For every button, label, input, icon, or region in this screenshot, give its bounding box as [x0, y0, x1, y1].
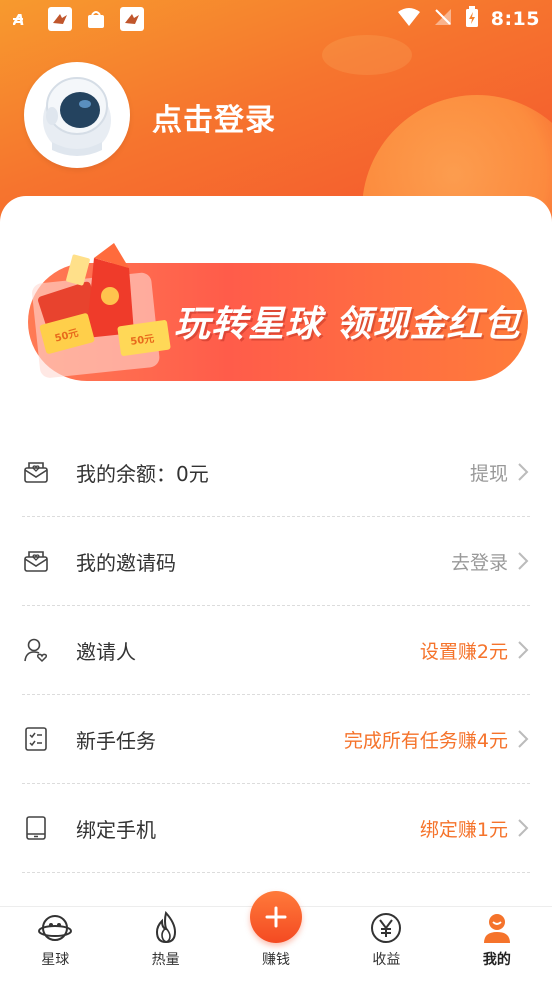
list-item-newbie-tasks[interactable]: 新手任务 完成所有任务赚4元 — [22, 695, 530, 784]
nav-label: 星球 — [41, 952, 70, 968]
bird-icon — [48, 7, 72, 31]
list-item-action: 完成所有任务赚4元 — [343, 729, 508, 752]
red-envelope-illustration: 50元 50元 — [32, 243, 171, 378]
yen-icon — [369, 911, 403, 945]
nav-label: 我的 — [482, 952, 511, 968]
nav-label: 赚钱 — [262, 952, 291, 968]
clock: 8:15 — [490, 8, 540, 30]
list-item-label: 新手任务 — [76, 728, 156, 753]
list-item-balance[interactable]: 我的余额：0元 提现 — [22, 428, 530, 517]
user-heart-icon — [22, 636, 50, 664]
list-item-inviter[interactable]: 邀请人 设置赚2元 — [22, 606, 530, 695]
list-item-bind-phone[interactable]: 绑定手机 绑定赚1元 — [22, 784, 530, 873]
chevron-right-icon — [518, 819, 529, 837]
astronaut-icon — [43, 77, 111, 156]
list-item-label: 我的邀请码 — [76, 550, 176, 575]
tablet-icon — [22, 814, 50, 842]
list-item-action: 提现 — [469, 462, 508, 485]
nav-mine[interactable]: 我的 — [442, 907, 552, 981]
nav-earnings[interactable]: 收益 — [331, 907, 441, 981]
checklist-icon — [22, 725, 50, 753]
chevron-right-icon — [518, 463, 529, 481]
list-item-label: 邀请人 — [76, 639, 136, 664]
list-item-action: 去登录 — [450, 551, 508, 574]
avatar[interactable] — [24, 62, 130, 168]
menu-list: 我的余额：0元 提现 我的邀请码 去登录 邀请人 设置赚2元 新手任务 完成所有… — [22, 428, 530, 873]
list-item-label: 绑定手机 — [76, 817, 156, 842]
nav-planet[interactable]: 星球 — [0, 907, 110, 981]
bag-icon — [84, 7, 108, 31]
list-item-invite-code[interactable]: 我的邀请码 去登录 — [22, 517, 530, 606]
header-decoration — [322, 35, 412, 75]
profile-icon — [480, 911, 514, 945]
chevron-right-icon — [518, 641, 529, 659]
signal-off-icon — [433, 7, 453, 31]
nav-calories[interactable]: 热量 — [110, 907, 220, 981]
list-item-action: 绑定赚1元 — [419, 818, 508, 841]
flame-icon — [149, 911, 183, 945]
font-icon: A — [12, 7, 36, 31]
nav-label: 热量 — [151, 952, 180, 968]
login-button[interactable]: 点击登录 — [152, 95, 276, 139]
envelope-heart-icon — [22, 458, 50, 486]
wifi-icon — [397, 7, 421, 31]
nav-label: 收益 — [372, 952, 401, 968]
list-item-action: 设置赚2元 — [419, 640, 508, 663]
bottom-nav: 星球 热量 赚钱 收益 我的 — [0, 891, 552, 981]
chevron-right-icon — [518, 730, 529, 748]
nav-earn[interactable]: 赚钱 — [221, 891, 331, 981]
chevron-right-icon — [518, 552, 529, 570]
envelope-heart-icon — [22, 547, 50, 575]
list-item-label: 我的余额：0元 — [76, 461, 209, 486]
banner-title: 玩转星球 领现金红包 — [174, 304, 521, 345]
plus-icon — [250, 891, 303, 943]
battery-charging-icon — [465, 6, 479, 32]
bird-icon — [120, 7, 144, 31]
status-bar: A 8:15 — [0, 0, 552, 38]
planet-face-icon — [38, 911, 73, 945]
